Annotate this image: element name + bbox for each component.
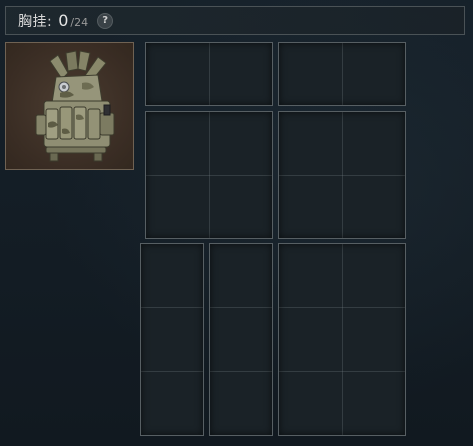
- container-title: 胸挂:: [18, 13, 53, 30]
- item-count: 0: [58, 11, 69, 30]
- storage-slot-g[interactable]: [278, 243, 406, 436]
- storage-slot-f[interactable]: [209, 243, 273, 436]
- storage-slot-c[interactable]: [145, 111, 273, 239]
- chest-rig-header: 胸挂: 0 /24 ?: [5, 6, 465, 35]
- storage-slot-b[interactable]: [278, 42, 406, 106]
- help-icon[interactable]: ?: [97, 12, 114, 29]
- storage-slot-e[interactable]: [140, 243, 204, 436]
- equipped-chest-rig-slot[interactable]: [5, 42, 134, 170]
- storage-slot-a[interactable]: [145, 42, 273, 106]
- chest-rig-icon: [35, 50, 115, 162]
- storage-slot-d[interactable]: [278, 111, 406, 239]
- capacity-label: /24: [70, 15, 89, 29]
